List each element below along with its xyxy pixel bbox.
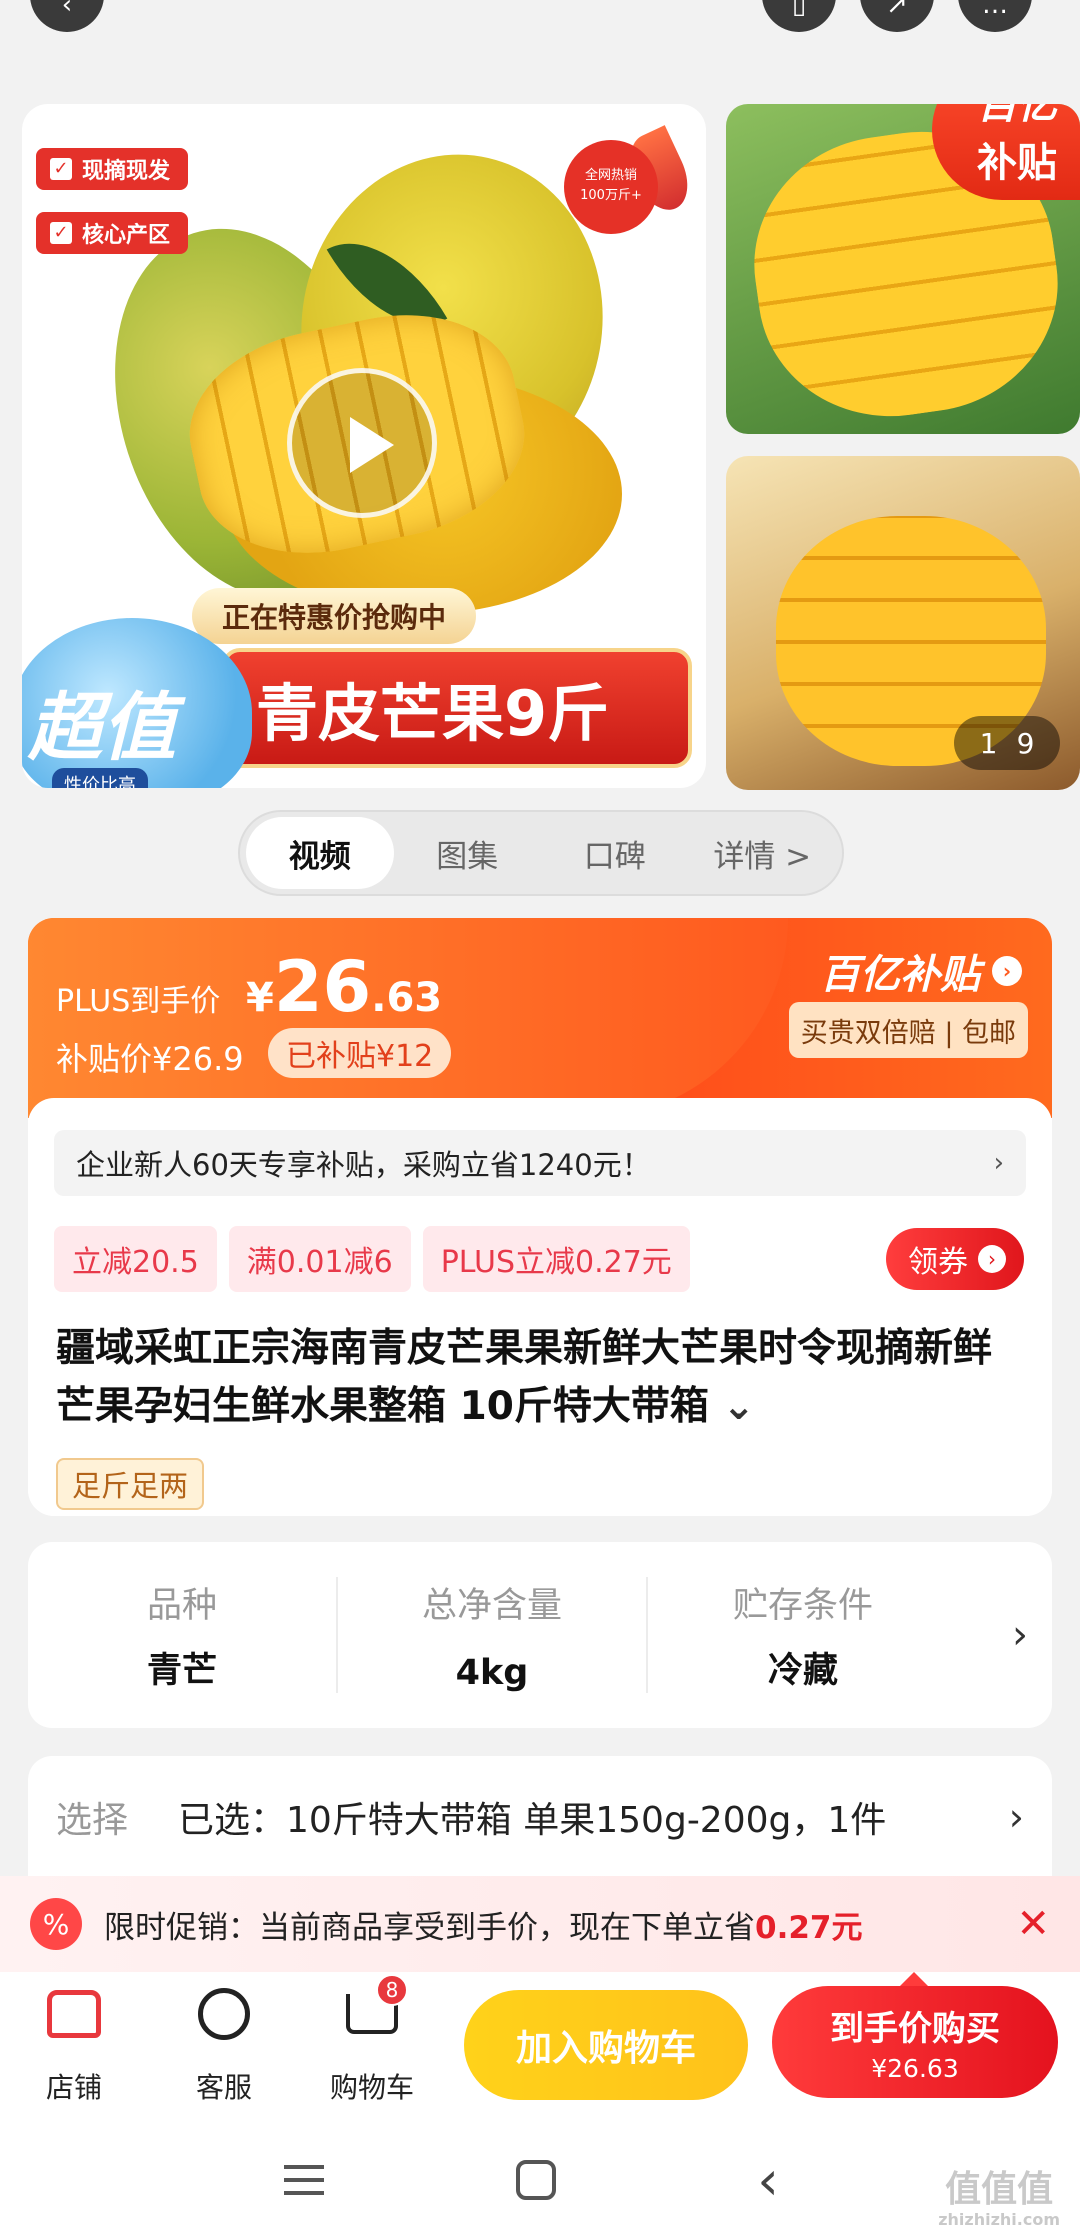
variant-selector[interactable]: 选择 已选：10斤特大带箱 单果150g-200g，1件 › bbox=[28, 1756, 1052, 1878]
favorite-button[interactable]: ▯ bbox=[762, 0, 836, 32]
media-tabs: 视频 图集 口碑 详情 > bbox=[238, 810, 844, 896]
percent-icon: % bbox=[30, 1898, 82, 1950]
image-promo-banner: 青皮芒果9斤 正在特惠价抢购中 超值 性价比高 bbox=[22, 578, 706, 788]
home-icon bbox=[516, 2160, 556, 2200]
tab-video[interactable]: 视频 bbox=[246, 817, 394, 889]
bottom-action-bar: 店铺 客服 8 购物车 加入购物车 到手价购买 ¥26.63 bbox=[0, 1972, 1080, 2122]
chevron-right-icon: › bbox=[978, 1245, 1006, 1273]
product-info-card: PLUS到手价 ¥26.63 补贴价¥26.9 已补贴¥12 百亿补贴 › 买贵… bbox=[28, 918, 1052, 1516]
back-button[interactable]: ‹ bbox=[30, 0, 104, 32]
chevron-right-icon: › bbox=[1008, 1795, 1024, 1839]
feature-tag: ✓ 现摘现发 bbox=[36, 148, 189, 190]
more-button[interactable]: … bbox=[958, 0, 1032, 32]
system-nav-bar: ‹ 值值值 zhizhizhi.com bbox=[0, 2122, 1080, 2240]
claim-coupon-button[interactable]: 领券 › bbox=[886, 1228, 1024, 1290]
banner-title: 青皮芒果9斤 bbox=[222, 648, 692, 768]
tab-reviews[interactable]: 口碑 bbox=[541, 817, 689, 889]
spec-variety: 品种 青芒 bbox=[28, 1577, 338, 1693]
page-indicator: 1 9 bbox=[954, 716, 1060, 770]
home-button[interactable] bbox=[496, 2150, 576, 2210]
price-header: PLUS到手价 ¥26.63 补贴价¥26.9 已补贴¥12 百亿补贴 › 买贵… bbox=[28, 918, 1052, 1118]
tab-details[interactable]: 详情 > bbox=[689, 817, 837, 889]
final-price: ¥26.63 bbox=[246, 946, 443, 1028]
product-gallery: ✓ 现摘现发 ✓ 核心产区 全网热销 100万斤+ 青皮芒果9斤 正在特惠价抢购中 超… bbox=[22, 104, 1080, 790]
coupon-list: 立减20.5 满0.01减6 PLUS立减0.27元 bbox=[54, 1226, 690, 1292]
chat-smile-icon bbox=[198, 1988, 250, 2040]
enterprise-notice[interactable]: 企业新人60天专享补贴，采购立省1240元！ › bbox=[54, 1130, 1026, 1196]
full-weight-tag: 足斤足两 bbox=[56, 1458, 205, 1510]
recent-apps-button[interactable] bbox=[264, 2150, 344, 2210]
gallery-thumb-1[interactable]: 百亿 补贴 bbox=[726, 104, 1080, 434]
feature-tag: ✓ 核心产区 bbox=[36, 212, 189, 254]
more-icon: … bbox=[982, 0, 1008, 20]
share-button[interactable]: ↗ bbox=[860, 0, 934, 32]
chevron-right-icon[interactable]: › bbox=[1012, 1612, 1028, 1658]
limited-promo-strip: % 限时促销：当前商品享受到手价，现在下单立省0.27元 ✕ bbox=[0, 1876, 1080, 1972]
gallery-thumb-2[interactable]: 1 9 bbox=[726, 456, 1080, 790]
subsidy-price: 补贴价¥26.9 bbox=[56, 1040, 244, 1078]
close-icon[interactable]: ✕ bbox=[1016, 1901, 1050, 1947]
subsidy-program-link[interactable]: 百亿补贴 › bbox=[820, 942, 1022, 1000]
program-guarantees: 买贵双倍赔 | 包邮 bbox=[788, 1002, 1028, 1058]
back-chevron-icon: ‹ bbox=[757, 2148, 779, 2212]
system-back-button[interactable]: ‹ bbox=[728, 2148, 808, 2212]
menu-icon bbox=[284, 2165, 324, 2195]
share-icon: ↗ bbox=[886, 0, 908, 20]
customer-service-button[interactable]: 客服 bbox=[164, 1986, 284, 2106]
coupon-tag[interactable]: 立减20.5 bbox=[54, 1226, 217, 1292]
store-icon bbox=[47, 1990, 101, 2038]
cart-count-badge: 8 bbox=[376, 1974, 408, 2006]
coupon-tag[interactable]: PLUS立减0.27元 bbox=[422, 1226, 690, 1292]
spec-net-weight: 总净含量 4kg bbox=[338, 1577, 648, 1693]
banner-subtitle: 正在特惠价抢购中 bbox=[192, 588, 477, 644]
product-title[interactable]: 疆域采虹正宗海南青皮芒果果新鲜大芒果时令现摘新鲜芒果孕妇生鲜水果整箱 10斤特大… bbox=[56, 1320, 1026, 1436]
watermark: 值值值 zhizhizhi.com bbox=[938, 2169, 1060, 2230]
cart-button[interactable]: 8 购物车 bbox=[312, 1974, 432, 2106]
chevron-right-icon: › bbox=[993, 1148, 1004, 1178]
spec-storage: 贮存条件 冷藏 bbox=[732, 1586, 873, 1691]
hot-sale-badge: 全网热销 100万斤+ bbox=[564, 125, 699, 252]
back-arrow-icon: ‹ bbox=[61, 0, 73, 20]
chevron-down-icon[interactable]: ⌄ bbox=[709, 1384, 755, 1429]
coupon-tag[interactable]: 满0.01减6 bbox=[228, 1226, 411, 1292]
check-icon: ✓ bbox=[50, 222, 72, 244]
main-product-video[interactable]: ✓ 现摘现发 ✓ 核心产区 全网热销 100万斤+ 青皮芒果9斤 正在特惠价抢购中 超… bbox=[22, 104, 706, 788]
buy-now-button[interactable]: 到手价购买 ¥26.63 bbox=[772, 1972, 1058, 2098]
check-icon: ✓ bbox=[50, 158, 72, 180]
tab-gallery[interactable]: 图集 bbox=[394, 817, 542, 889]
specs-card[interactable]: 品种 青芒 总净含量 4kg 贮存条件 冷藏 › bbox=[28, 1542, 1052, 1728]
subsidy-saved-badge: 已补贴¥12 bbox=[268, 1028, 452, 1078]
store-button[interactable]: 店铺 bbox=[14, 1986, 134, 2106]
play-icon[interactable] bbox=[287, 368, 437, 518]
add-to-cart-button[interactable]: 加入购物车 bbox=[464, 1990, 748, 2100]
bookmark-icon: ▯ bbox=[791, 0, 807, 20]
plus-price-label: PLUS到手价 bbox=[56, 984, 221, 1019]
chevron-right-icon: › bbox=[992, 956, 1022, 986]
